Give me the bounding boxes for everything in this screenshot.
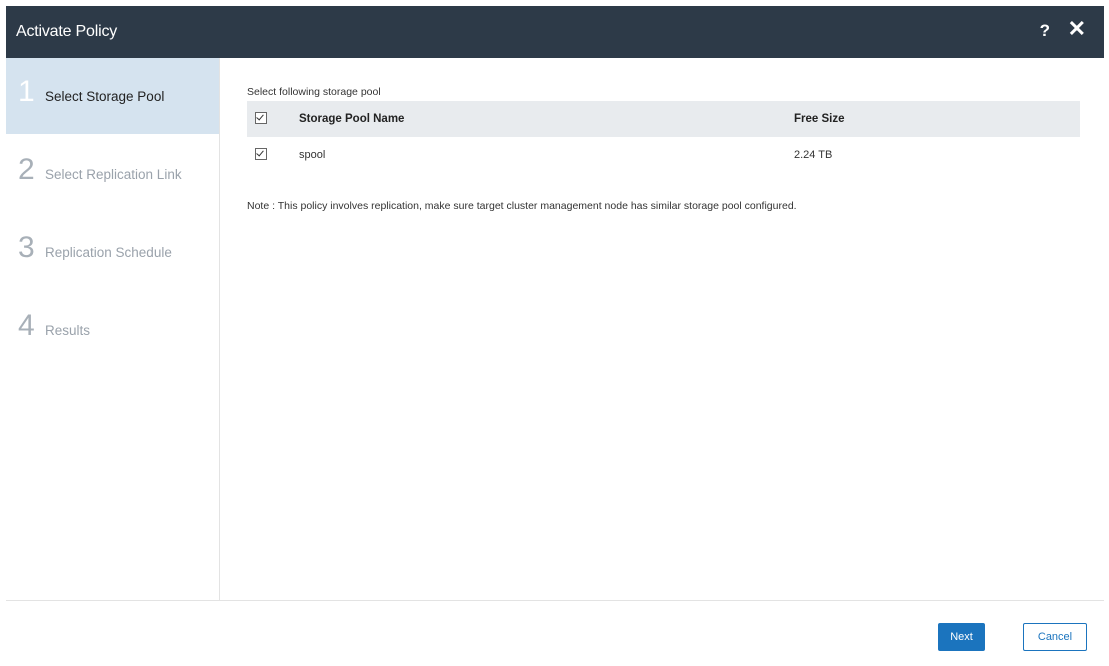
table-row[interactable]: spool 2.24 TB <box>247 137 1080 173</box>
row-checkbox[interactable] <box>255 148 267 160</box>
pool-name-cell: spool <box>299 149 326 161</box>
step-label: Select Storage Pool <box>45 89 165 104</box>
next-button[interactable]: Next <box>938 623 985 651</box>
column-header-size: Free Size <box>794 113 845 125</box>
dialog-title: Activate Policy <box>16 23 118 40</box>
storage-pool-table: Storage Pool Name Free Size spool 2.24 T… <box>247 101 1080 173</box>
table-caption: Select following storage pool <box>247 86 381 98</box>
step-results[interactable]: 4 Results <box>6 292 219 368</box>
step-number: 2 <box>18 153 35 186</box>
step-label: Replication Schedule <box>45 245 172 260</box>
step-number: 3 <box>18 231 35 264</box>
step-label: Results <box>45 323 91 338</box>
cancel-button[interactable]: Cancel <box>1023 623 1087 651</box>
table-header: Storage Pool Name Free Size <box>247 101 1080 137</box>
step-number: 4 <box>18 309 35 342</box>
step-select-replication-link[interactable]: 2 Select Replication Link <box>6 136 219 212</box>
close-icon[interactable]: ✕ <box>1068 18 1086 40</box>
replication-note: Note : This policy involves replication,… <box>247 200 797 212</box>
wizard-steps-sidebar: 1 Select Storage Pool 2 Select Replicati… <box>6 58 220 600</box>
activate-policy-dialog: Activate Policy ? ✕ 1 Select Storage Poo… <box>6 6 1104 666</box>
column-header-name: Storage Pool Name <box>299 113 405 125</box>
dialog-titlebar: Activate Policy ? ✕ <box>6 6 1104 58</box>
step-replication-schedule[interactable]: 3 Replication Schedule <box>6 214 219 290</box>
free-size-cell: 2.24 TB <box>794 149 833 161</box>
step-label: Select Replication Link <box>45 167 182 182</box>
step-select-storage-pool[interactable]: 1 Select Storage Pool <box>6 58 219 134</box>
select-all-checkbox[interactable] <box>255 112 267 124</box>
step-number: 1 <box>18 75 35 108</box>
help-icon[interactable]: ? <box>1040 21 1050 41</box>
footer-divider <box>6 600 1104 601</box>
